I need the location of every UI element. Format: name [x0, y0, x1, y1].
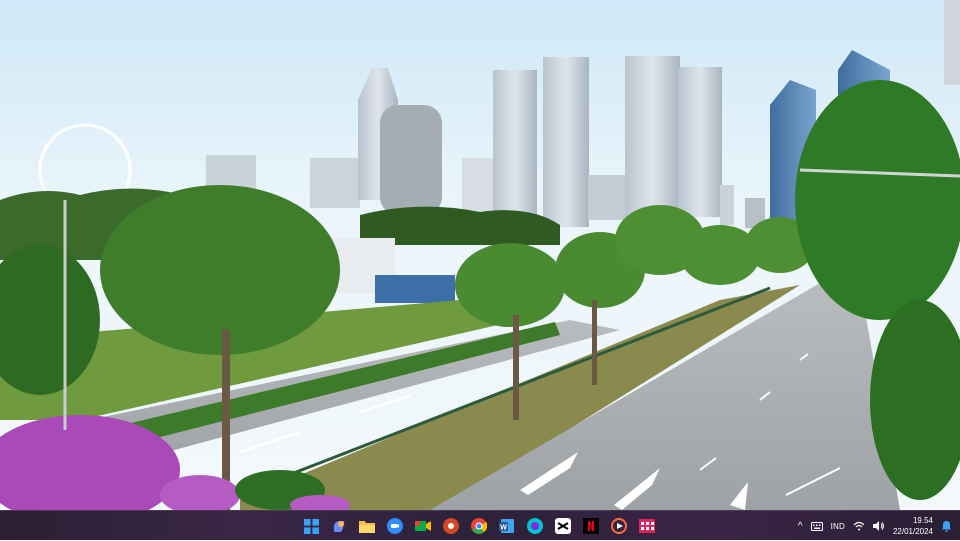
netflix-button[interactable] — [580, 515, 602, 537]
file-explorer-button[interactable] — [356, 515, 378, 537]
volume-icon[interactable] — [872, 521, 885, 531]
clock-date: 22/01/2024 — [892, 527, 933, 536]
language-indicator[interactable]: IND — [831, 522, 845, 531]
word-button[interactable]: W — [496, 515, 518, 537]
capcut-icon — [555, 518, 571, 534]
zoom-icon — [387, 518, 403, 534]
taskbar: W ^ IND 19.54 22/01/2024 — [0, 510, 960, 540]
meet-icon — [415, 521, 431, 531]
netflix-icon — [583, 518, 599, 534]
canva-icon — [527, 518, 543, 534]
word-icon: W — [499, 519, 514, 533]
start-button[interactable] — [300, 515, 322, 537]
notification-bell-icon[interactable] — [941, 520, 952, 532]
clock-time: 19.54 — [912, 516, 933, 525]
copilot-button[interactable] — [328, 515, 350, 537]
google-meet-button[interactable] — [412, 515, 434, 537]
keyboard-icon[interactable] — [810, 521, 823, 531]
play-icon — [611, 518, 627, 534]
wifi-icon[interactable] — [853, 521, 865, 531]
canva-button[interactable] — [524, 515, 546, 537]
system-tray: ^ IND 19.54 22/01/2024 — [798, 511, 952, 541]
app-button[interactable] — [636, 515, 658, 537]
chrome-icon — [471, 518, 487, 534]
powerpoint-icon — [443, 518, 459, 534]
wallpaper-image — [0, 0, 960, 510]
svg-text:W: W — [500, 525, 507, 532]
taskbar-pinned-apps: W — [300, 511, 658, 541]
chrome-button[interactable] — [468, 515, 490, 537]
clock[interactable]: 19.54 22/01/2024 — [893, 515, 933, 537]
windows-icon — [303, 518, 319, 534]
show-hidden-icons-chevron-icon[interactable]: ^ — [798, 521, 803, 532]
grid-app-icon — [639, 519, 655, 533]
zoom-button[interactable] — [384, 515, 406, 537]
folder-icon — [359, 521, 375, 533]
desktop-wallpaper — [0, 0, 960, 510]
media-player-button[interactable] — [608, 515, 630, 537]
capcut-button[interactable] — [552, 515, 574, 537]
copilot-icon — [333, 521, 345, 532]
powerpoint-button[interactable] — [440, 515, 462, 537]
